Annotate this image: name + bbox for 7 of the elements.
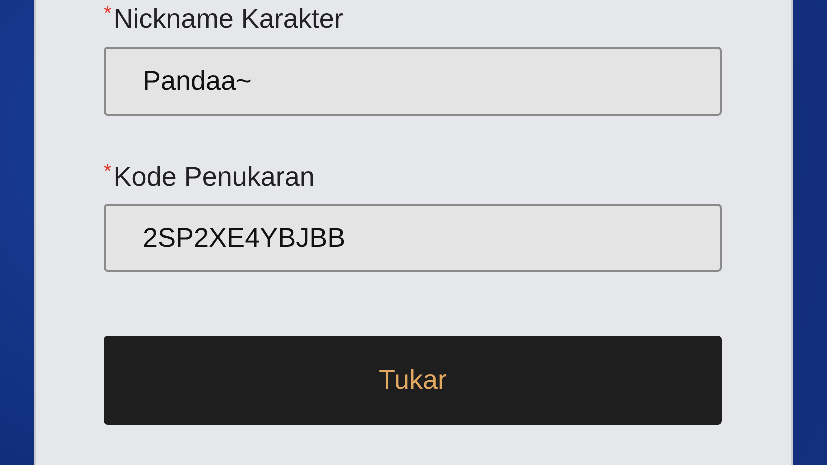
required-mark: * xyxy=(104,2,112,26)
field-label: Kode Penukaran xyxy=(114,161,315,194)
input-field[interactable]: Pandaa~ xyxy=(104,47,722,116)
submit-button[interactable]: Tukar xyxy=(104,336,722,425)
required-mark: * xyxy=(104,160,112,184)
input-field[interactable]: 2SP2XE4YBJBB xyxy=(104,204,722,272)
field-label: Nickname Karakter xyxy=(114,3,344,36)
